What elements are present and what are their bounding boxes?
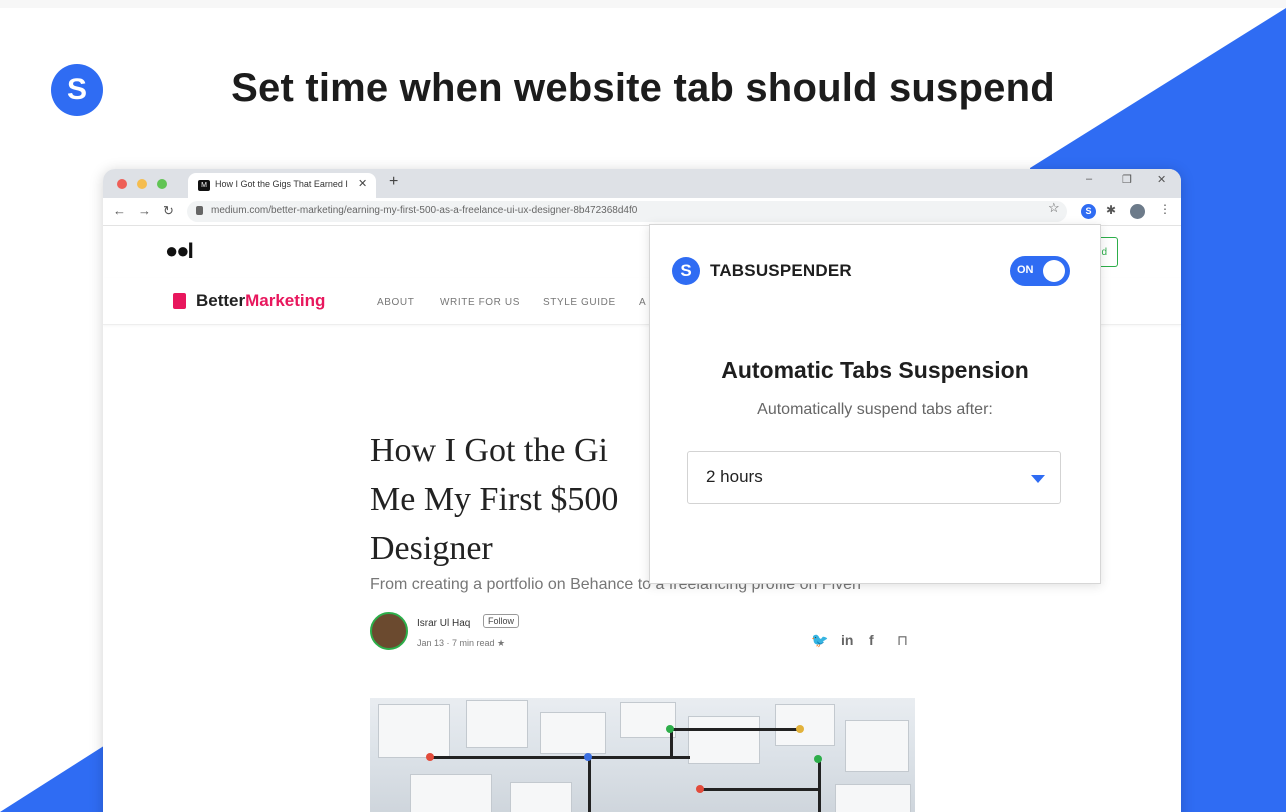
- popup-subtitle: Automatically suspend tabs after:: [757, 401, 993, 418]
- bookmark-icon[interactable]: ⊓: [897, 632, 908, 649]
- medium-logo[interactable]: ●●I: [165, 238, 194, 264]
- browser-toolbar: ← → ↻ medium.com/better-marketing/earnin…: [103, 198, 1181, 226]
- popup-title: Automatic Tabs Suspension: [721, 357, 1029, 383]
- promo-headline: Set time when website tab should suspend: [231, 66, 1055, 110]
- popup-brand: TABSUSPENDER: [710, 261, 852, 280]
- facebook-icon[interactable]: f: [869, 632, 874, 648]
- nav-more[interactable]: A: [639, 297, 646, 308]
- close-window-dot[interactable]: [117, 179, 127, 189]
- puzzle-icon[interactable]: ✱: [1106, 203, 1116, 217]
- lock-icon: [196, 206, 203, 215]
- extension-icon[interactable]: S: [1081, 204, 1096, 219]
- chevron-down-icon: [1031, 475, 1045, 483]
- publication-name-part2: Marketing: [245, 291, 326, 310]
- tab-title: How I Got the Gigs That Earned I: [215, 179, 348, 189]
- tab-close-icon[interactable]: ✕: [358, 177, 367, 190]
- profile-icon[interactable]: [1130, 204, 1145, 219]
- nav-about[interactable]: ABOUT: [377, 297, 414, 308]
- medium-favicon-icon: M: [198, 180, 210, 191]
- suspend-toggle[interactable]: ON: [1010, 256, 1070, 286]
- minimize-window-dot[interactable]: [137, 179, 147, 189]
- publication-name-part1: Better: [196, 291, 246, 310]
- article-image: [370, 698, 915, 812]
- publication-name[interactable]: BetterMarketing: [196, 291, 325, 311]
- new-tab-icon[interactable]: +: [389, 173, 398, 191]
- author-name[interactable]: Israr Ul Haq: [417, 618, 470, 629]
- browser-tab[interactable]: M How I Got the Gigs That Earned I ✕: [188, 173, 376, 198]
- toggle-label: ON: [1017, 264, 1034, 276]
- tab-strip: M How I Got the Gigs That Earned I ✕ + –…: [103, 169, 1181, 198]
- restore-icon[interactable]: ❐: [1122, 173, 1132, 186]
- tabsuspender-logo-icon: S: [672, 257, 700, 285]
- follow-button[interactable]: Follow: [483, 614, 520, 628]
- toggle-knob: [1043, 260, 1065, 282]
- star-icon[interactable]: ☆: [1048, 200, 1060, 216]
- better-marketing-logo-icon: [173, 293, 186, 309]
- extension-popup: S TABSUSPENDER ON Automatic Tabs Suspens…: [649, 224, 1101, 584]
- forward-icon[interactable]: →: [138, 203, 151, 218]
- promo-canvas: S Set time when website tab should suspe…: [0, 0, 1286, 812]
- suspend-time-value: 2 hours: [706, 467, 763, 486]
- address-bar[interactable]: medium.com/better-marketing/earning-my-f…: [187, 201, 1067, 222]
- nav-style-guide[interactable]: STYLE GUIDE: [543, 297, 616, 308]
- back-icon[interactable]: ←: [113, 203, 126, 218]
- zoom-window-dot[interactable]: [157, 179, 167, 189]
- article-meta: Jan 13 · 7 min read ★: [417, 638, 506, 648]
- linkedin-icon[interactable]: in: [841, 632, 853, 648]
- twitter-icon[interactable]: 🐦: [811, 632, 828, 649]
- author-avatar[interactable]: [370, 612, 408, 650]
- nav-write-for-us[interactable]: WRITE FOR US: [440, 297, 520, 308]
- menu-icon[interactable]: ⋮: [1159, 202, 1171, 216]
- close-icon[interactable]: ✕: [1157, 173, 1166, 186]
- suspend-time-select[interactable]: 2 hours: [687, 451, 1061, 504]
- minimize-icon[interactable]: –: [1086, 173, 1092, 185]
- reload-icon[interactable]: ↻: [163, 203, 174, 219]
- url-text[interactable]: medium.com/better-marketing/earning-my-f…: [211, 205, 637, 216]
